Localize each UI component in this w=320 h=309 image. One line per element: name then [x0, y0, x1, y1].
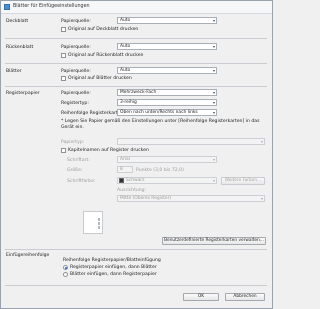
chevron-down-icon: ▾ [212, 178, 215, 183]
papertype-label: Papiertyp: [61, 140, 85, 145]
deckblatt-print-label: Original auf Deckblatt drucken [68, 27, 139, 32]
chevron-down-icon: ▾ [212, 90, 215, 95]
divider [5, 285, 267, 286]
order-option2-label: Blätter einfügen, dann Registerpapier [70, 272, 157, 277]
chevron-down-icon: ▾ [212, 68, 215, 73]
size-input[interactable]: 8 [117, 166, 133, 173]
cancel-button[interactable]: Abbrechen [225, 293, 265, 301]
chevron-down-icon: ▾ [212, 44, 215, 49]
chevron-down-icon: ▾ [260, 196, 263, 201]
chevron-down-icon: ▾ [212, 18, 215, 23]
divider [5, 63, 267, 64]
tab-marker [98, 222, 100, 225]
tab-preview-image [83, 211, 103, 234]
papertype-select[interactable]: ▾ [117, 138, 265, 145]
order-option1-label: Registerpapier einfügen, dann Blätter [70, 265, 157, 270]
order-group-label: Reihenfolge Registerpapier/Blatteinfügun… [63, 258, 161, 263]
color-swatch-icon [119, 178, 124, 183]
custom-tabs-button[interactable]: Benutzerdefinierte Registerkarten verwal… [162, 237, 266, 245]
deckblatt-source-select[interactable]: Auto ▾ [117, 17, 217, 24]
register-note: * Legen Sie Papier gemäß den Einstellung… [61, 119, 260, 130]
tab-print-label: Kapitelnamen auf Register drucken [68, 148, 149, 153]
window-title: Blätter für Einfügeeinstellungen [13, 4, 90, 9]
register-type-label: Registertyp: [61, 101, 89, 106]
divider [5, 249, 267, 250]
register-type-select[interactable]: 3-reihig ▾ [117, 99, 217, 106]
divider [5, 38, 267, 39]
register-source-label: Papierquelle: [61, 91, 91, 96]
chevron-down-icon: ▾ [260, 139, 263, 144]
tab-print-checkbox[interactable] [61, 148, 66, 153]
register-source-select[interactable]: Mehrzweck-Fach ▾ [117, 89, 217, 96]
printer-icon [4, 4, 10, 10]
deckblatt-print-checkbox[interactable] [61, 27, 66, 32]
title-bar: Blätter für Einfügeeinstellungen [1, 1, 272, 14]
deckblatt-source-label: Papierquelle: [61, 19, 91, 24]
rueckenblatt-source-label: Papierquelle: [61, 45, 91, 50]
chevron-down-icon: ▾ [212, 157, 215, 162]
order-option1-radio[interactable] [63, 265, 68, 270]
font-label: Schriftart: [67, 158, 90, 163]
ok-button[interactable]: OK [183, 293, 219, 301]
font-select[interactable]: Arial ▾ [117, 156, 217, 163]
rueckenblatt-label: Rückenblatt [6, 45, 34, 50]
rueckenblatt-source-select[interactable]: Auto ▾ [117, 43, 217, 50]
register-label: Registerpapier [6, 91, 40, 96]
color-select[interactable]: Schwarz ▾ [117, 177, 217, 184]
blaetter-print-checkbox[interactable] [61, 76, 66, 81]
dialog-window: Blätter für Einfügeeinstellungen Deckbla… [0, 0, 273, 309]
alignment-select[interactable]: Mitte (Oberes Register) ▾ [117, 195, 265, 202]
chevron-down-icon: ▾ [212, 100, 215, 105]
divider [5, 86, 267, 87]
alignment-label: Ausrichtung: [117, 188, 147, 193]
blaetter-source-select[interactable]: Auto ▾ [117, 67, 217, 74]
tab-marker [98, 226, 100, 229]
tab-marker [98, 218, 100, 221]
chevron-down-icon: ▾ [212, 110, 215, 115]
size-label: Größe: [67, 168, 83, 173]
blaetter-print-label: Original auf Blätter drucken [68, 76, 132, 81]
rueckenblatt-print-label: Original auf Rückenblatt drucken [68, 53, 144, 58]
rueckenblatt-print-checkbox[interactable] [61, 53, 66, 58]
color-label: Schriftfarbe: [67, 179, 96, 184]
register-order-select[interactable]: Oben nach unten/Rechts nach links ▾ [117, 109, 217, 116]
order-option2-radio[interactable] [63, 272, 68, 277]
deckblatt-label: Deckblatt [6, 19, 29, 24]
order-label: Einfügereihenfolge [6, 253, 50, 258]
register-order-label: Reihenfolge Registerkarten: [61, 111, 125, 116]
more-colors-button[interactable]: Weitere Farben... [221, 177, 265, 185]
blaetter-source-label: Papierquelle: [61, 69, 91, 74]
size-range-text: Punkte (3,0 bis 72,0) [136, 168, 184, 173]
blaetter-label: Blätter [6, 69, 22, 74]
